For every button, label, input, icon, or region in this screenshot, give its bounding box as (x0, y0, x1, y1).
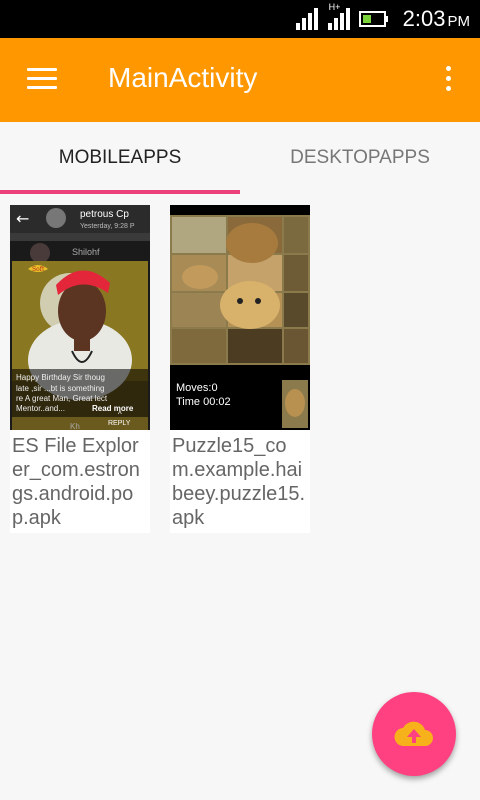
clock-ampm: PM (447, 13, 471, 30)
menu-icon[interactable] (27, 68, 57, 92)
app-card-puzzle15[interactable]: Moves:0 Time 00:02 Puzzle15_com.example.… (170, 205, 310, 533)
thumb-header-sub: Yesterday, 9:28 P (80, 223, 135, 230)
thumb-bottom-name: Kh (70, 422, 80, 430)
tab-desktopapps[interactable]: DESKTOPAPPS (240, 122, 480, 194)
svg-text:re A great Man, Great lect: re A great Man, Great lect (16, 394, 108, 403)
thumb-logo-text: Soft (32, 266, 45, 273)
app-title: MainActivity (108, 62, 258, 93)
clock: 2:03 PM (403, 6, 470, 32)
app-thumbnail: ← petrous Cp Yesterday, 9:28 P Shilohf S… (10, 205, 150, 430)
svg-text:←: ← (16, 209, 29, 228)
battery-icon (358, 11, 388, 27)
thumb-read-more: Read more (92, 404, 134, 413)
svg-text:Mentor..and...: Mentor..and... (16, 404, 65, 413)
svg-text:Happy Birthday Sir thoug: Happy Birthday Sir thoug (16, 373, 105, 382)
network-type-label: H+ (328, 2, 341, 12)
app-name: ES File Explorer_com.estrongs.android.po… (12, 435, 140, 529)
cloud-upload-icon (394, 721, 433, 747)
thumb-header-name: petrous Cp (80, 209, 129, 220)
more-options-icon[interactable] (444, 66, 452, 96)
app-name: Puzzle15_com.example.haibeey.puzzle15.ap… (172, 435, 306, 529)
puzzle-time: Time 00:02 (176, 396, 231, 408)
app-thumbnail: Moves:0 Time 00:02 (170, 205, 310, 430)
mobile-data-signal-icon: H+ (327, 2, 351, 30)
signal-icon (295, 8, 318, 30)
app-card-es-file-explorer[interactable]: ← petrous Cp Yesterday, 9:28 P Shilohf S… (10, 205, 150, 533)
app-bar: MainActivity (0, 38, 480, 122)
tab-bar: MOBILEAPPS DESKTOPAPPS (0, 122, 480, 194)
screenshot-preview: Moves:0 Time 00:02 (170, 205, 310, 430)
tab-indicator (0, 190, 240, 194)
tab-mobileapps[interactable]: MOBILEAPPS (0, 122, 240, 194)
clock-time: 2:03 (402, 6, 446, 31)
upload-fab[interactable] (372, 692, 456, 776)
screenshot-preview: ← petrous Cp Yesterday, 9:28 P Shilohf S… (10, 205, 150, 430)
svg-text:^: ^ (118, 410, 122, 419)
thumb-row-name: Shilohf (72, 247, 100, 257)
svg-text:late ,sir ...bt is something: late ,sir ...bt is something (16, 384, 104, 393)
status-bar: H+ 2:03 PM (0, 0, 480, 38)
thumb-reply: REPLY (108, 420, 131, 427)
puzzle-moves: Moves:0 (176, 382, 218, 394)
